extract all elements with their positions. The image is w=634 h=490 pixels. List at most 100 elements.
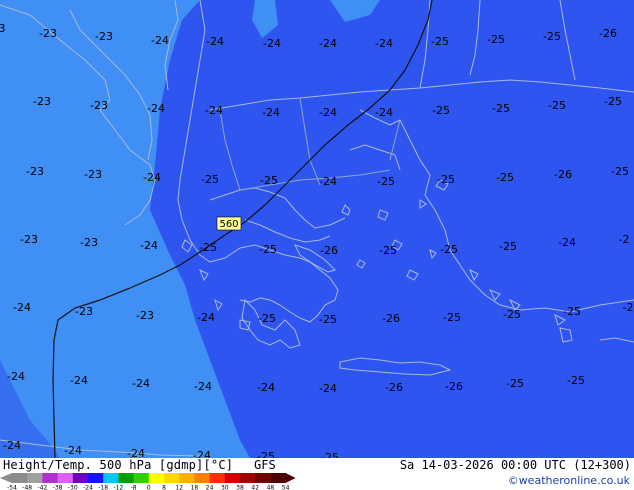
- scale-tick-label: 38: [236, 485, 244, 490]
- scale-tick-label: 18: [191, 485, 199, 490]
- scale-tick-label: 0: [147, 485, 151, 490]
- temperature-label: -23: [90, 99, 108, 112]
- scale-tick-label: -18: [98, 485, 108, 490]
- temperature-label: -24: [7, 370, 25, 383]
- temperature-label: -24: [70, 374, 88, 387]
- scale-swatch: [148, 473, 165, 483]
- temperature-label: -25: [543, 30, 561, 43]
- temperature-label: -25: [377, 175, 395, 188]
- temperature-label: -26: [382, 312, 400, 325]
- temperature-label: -25: [443, 311, 461, 324]
- scale-swatch: [224, 473, 241, 483]
- scale-tick-label: -12: [113, 485, 123, 490]
- temperature-label: -23: [33, 95, 51, 108]
- scale-tick-label: -30: [68, 485, 78, 490]
- scale-tick-label: -24: [83, 485, 93, 490]
- temperature-label: -25: [492, 102, 510, 115]
- temperature-label: -24: [194, 380, 212, 393]
- temperature-label: -2: [623, 301, 634, 314]
- scale-swatch: [194, 473, 211, 483]
- temperature-label: -23: [39, 27, 57, 40]
- color-scale: -54 -48 -42 -38 -30 -24 -18 -12 -8 0 8 12 18 24 30 38 42…: [0, 473, 296, 490]
- scale-arrow-left: [0, 473, 12, 483]
- temperature-label: -25: [503, 308, 521, 321]
- temperature-label: -24: [13, 301, 31, 314]
- temperature-label: -25: [611, 165, 629, 178]
- temperature-label: -25: [201, 173, 219, 186]
- temperature-label: -24: [3, 439, 21, 452]
- temperature-label: -25: [563, 305, 581, 318]
- scale-tick-label: 42: [251, 485, 259, 490]
- scale-swatch: [72, 473, 89, 483]
- map-canvas: 560 -23 -23 -24 -24 -24 -24 -24 -25 -25 -25 -26-23…: [0, 0, 634, 458]
- temperature-label: -24: [206, 35, 224, 48]
- contour-label-text: 560: [219, 219, 238, 230]
- scale-tick-label: 12: [175, 485, 183, 490]
- temperature-label: -24: [64, 444, 82, 457]
- scale-tick-label: 54: [282, 485, 290, 490]
- temperature-label: -24: [375, 37, 393, 50]
- temperature-label: -23: [75, 305, 93, 318]
- valid-datetime: Sa 14-03-2026 00:00 UTC (12+300): [399, 458, 631, 472]
- temperature-label: -25: [379, 244, 397, 257]
- scale-tick-label: -38: [53, 485, 63, 490]
- temperature-label: -26: [320, 244, 338, 257]
- temperature-label: -24: [140, 239, 158, 252]
- temperature-label: -24: [132, 377, 150, 390]
- temperature-label: -25: [258, 312, 276, 325]
- temperature-label: -25: [506, 377, 524, 390]
- temperature-label: -25: [199, 241, 217, 254]
- temperature-label: -24: [193, 449, 211, 458]
- model-name: GFS: [254, 458, 276, 472]
- map-title: Height/Temp. 500 hPa [gdmp][°C]: [3, 458, 234, 472]
- temperature-label: -24: [257, 381, 275, 394]
- scale-tick-label: -8: [131, 485, 137, 490]
- temperature-label: -25: [321, 451, 339, 458]
- scale-swatch: [133, 473, 150, 483]
- scale-swatch: [12, 473, 28, 483]
- scale-swatch: [103, 473, 119, 483]
- temperature-label: -25: [432, 104, 450, 117]
- temperature-label: -23: [80, 236, 98, 249]
- temperature-label: 3: [0, 22, 6, 35]
- temperature-label: -24: [147, 102, 165, 115]
- temperature-label: -23: [95, 30, 113, 43]
- temperature-label: -24: [375, 106, 393, 119]
- temperature-label: -23: [26, 165, 44, 178]
- temperature-label: -24: [319, 175, 337, 188]
- temperature-label: -25: [567, 374, 585, 387]
- scale-tick-label: -54: [7, 485, 17, 490]
- temperature-label: -24: [319, 106, 337, 119]
- temperature-label: -24: [151, 34, 169, 47]
- scale-swatch: [179, 473, 195, 483]
- temperature-label: -23: [84, 168, 102, 181]
- temperature-label: -24: [262, 106, 280, 119]
- temperature-label: -25: [496, 171, 514, 184]
- scale-swatch: [42, 473, 59, 483]
- temperature-label: -24: [558, 236, 576, 249]
- temperature-label: -25: [257, 450, 275, 458]
- temperature-label: -25: [319, 313, 337, 326]
- temperature-label: -24: [319, 382, 337, 395]
- scale-swatch: [209, 473, 226, 483]
- temperature-label: -26: [385, 381, 403, 394]
- temperature-label: -25: [431, 35, 449, 48]
- temperature-label: -25: [260, 174, 278, 187]
- map-footer: Height/Temp. 500 hPa [gdmp][°C] GFS Sa 1…: [0, 458, 634, 490]
- temperature-label: -24: [319, 37, 337, 50]
- temperature-label: -23: [136, 309, 154, 322]
- temperature-label: -25: [548, 99, 566, 112]
- scale-swatch: [255, 473, 271, 483]
- scale-swatch: [118, 473, 135, 483]
- contour-label-560: 560: [216, 216, 242, 231]
- map-panel: 560 -23 -23 -24 -24 -24 -24 -24 -25 -25 -25 -26 -23…: [0, 0, 634, 458]
- scale-tick-label: -42: [37, 485, 47, 490]
- temperature-label: -25: [499, 240, 517, 253]
- scale-tick-label: 8: [162, 485, 166, 490]
- temperature-label: -2: [619, 233, 630, 246]
- scale-swatch: [27, 473, 43, 483]
- credit-link[interactable]: ©weatheronline.co.uk: [508, 474, 630, 488]
- weather-map-view: 560 -23 -23 -24 -24 -24 -24 -24 -25 -25 -25 -26 -23…: [0, 0, 634, 490]
- temperature-label: -25: [437, 173, 455, 186]
- scale-tick-label: 30: [221, 485, 229, 490]
